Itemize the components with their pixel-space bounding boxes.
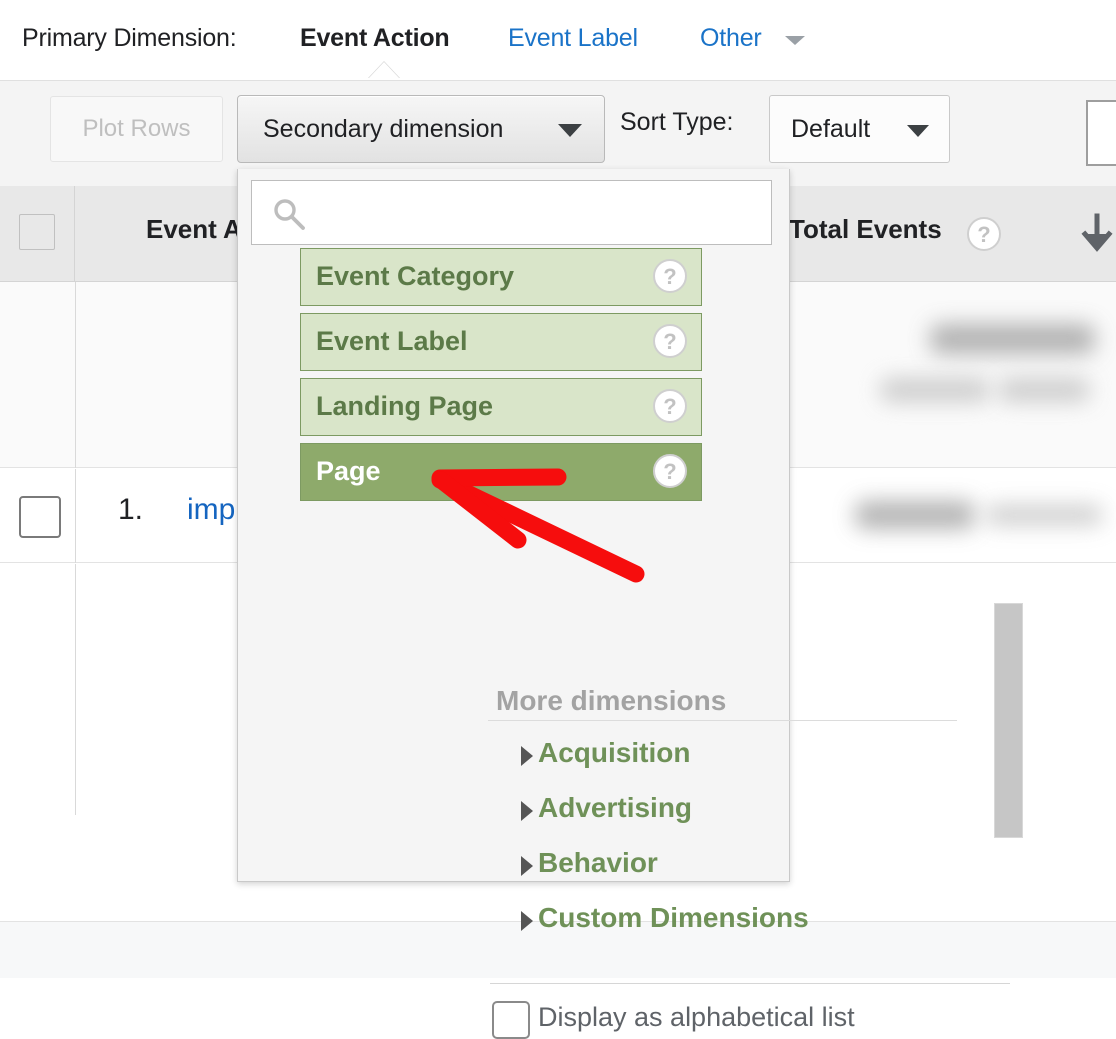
alphabetical-list-label: Display as alphabetical list xyxy=(538,1002,855,1032)
redacted-metric-value xyxy=(855,501,975,529)
chevron-down-icon xyxy=(558,124,582,137)
primary-dimension-tab-event-label[interactable]: Event Label xyxy=(508,24,638,53)
divider xyxy=(488,720,957,721)
sort-type-select[interactable]: Default xyxy=(769,95,950,163)
dropdown-item-landing-page[interactable]: Landing Page ? xyxy=(300,378,702,436)
search-icon xyxy=(274,199,305,230)
select-all-cell xyxy=(0,186,75,281)
dropdown-group-label: Custom Dimensions xyxy=(538,902,809,933)
table-search-input[interactable] xyxy=(1086,100,1116,166)
dropdown-search-input[interactable] xyxy=(318,189,762,238)
plot-rows-label: Plot Rows xyxy=(82,115,191,142)
help-circle-icon[interactable]: ? xyxy=(653,389,687,423)
plot-rows-button[interactable]: Plot Rows xyxy=(50,96,223,162)
sort-type-value: Default xyxy=(791,114,871,143)
divider xyxy=(490,983,1010,984)
primary-dimension-tab-event-action[interactable]: Event Action xyxy=(300,24,450,53)
dropdown-item-label: Landing Page xyxy=(316,391,494,421)
triangle-right-icon xyxy=(521,856,533,876)
row-index: 1. xyxy=(118,493,144,526)
dropdown-search-box[interactable] xyxy=(251,180,772,245)
metric-column-label: Total Events xyxy=(789,214,942,244)
dropdown-item-label: Event Category xyxy=(316,261,515,291)
help-circle-icon[interactable]: ? xyxy=(653,454,687,488)
dropdown-item-event-category[interactable]: Event Category ? xyxy=(300,248,702,306)
row-checkbox[interactable] xyxy=(19,496,61,538)
help-circle-icon[interactable]: ? xyxy=(653,324,687,358)
redacted-metric-value xyxy=(880,378,990,402)
chevron-down-icon[interactable] xyxy=(785,36,805,45)
help-circle-icon[interactable]: ? xyxy=(967,217,1001,251)
redacted-metric-value xyxy=(930,324,1095,354)
dropdown-item-page[interactable]: Page ? xyxy=(300,443,702,501)
triangle-right-icon xyxy=(521,911,533,931)
column-divider xyxy=(75,282,76,468)
column-divider xyxy=(75,565,76,815)
dropdown-item-event-label[interactable]: Event Label ? xyxy=(300,313,702,371)
redacted-metric-value xyxy=(985,505,1103,525)
primary-dimension-bar: Primary Dimension: Event Action Event La… xyxy=(0,0,1116,81)
chevron-down-icon xyxy=(907,125,929,137)
row-dimension-link[interactable]: imp xyxy=(187,493,235,527)
sort-type-label: Sort Type: xyxy=(620,108,734,136)
secondary-dimension-dropdown: Event Category ? Event Label ? Landing P… xyxy=(237,169,1023,1039)
dropdown-group-label: Acquisition xyxy=(538,737,691,768)
dropdown-item-label: Page xyxy=(316,456,381,486)
secondary-dimension-label: Secondary dimension xyxy=(263,114,504,143)
column-divider xyxy=(75,469,76,563)
alphabetical-list-checkbox[interactable] xyxy=(492,1001,530,1039)
triangle-right-icon xyxy=(521,746,533,766)
active-tab-caret-icon xyxy=(368,62,400,79)
dropdown-item-label: Event Label xyxy=(316,326,468,356)
dropdown-group-label: Advertising xyxy=(538,792,693,823)
triangle-right-icon xyxy=(521,801,533,821)
arrow-down-icon[interactable] xyxy=(1077,212,1116,256)
primary-dimension-label: Primary Dimension: xyxy=(22,24,237,52)
secondary-dimension-button[interactable]: Secondary dimension xyxy=(237,95,605,163)
select-all-checkbox[interactable] xyxy=(19,214,55,250)
dropdown-group-label: Behavior xyxy=(538,847,658,878)
redacted-metric-value xyxy=(998,378,1090,402)
help-circle-icon[interactable]: ? xyxy=(653,259,687,293)
primary-dimension-other[interactable]: Other xyxy=(700,24,762,53)
more-dimensions-heading: More dimensions xyxy=(496,685,727,716)
dropdown-scrollbar-thumb[interactable] xyxy=(994,603,1023,838)
metric-column-header[interactable]: Total Events ? xyxy=(789,186,1116,281)
